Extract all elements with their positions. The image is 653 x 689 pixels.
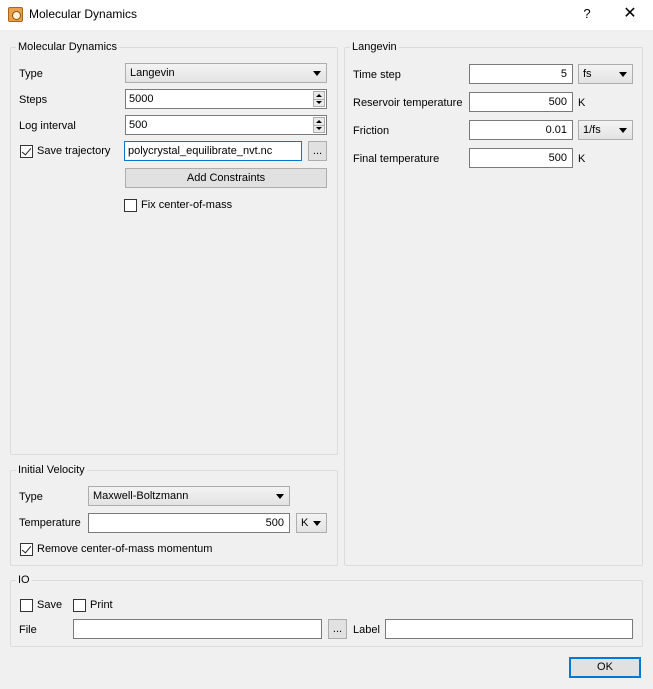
langevin-group-title: Langevin	[350, 41, 399, 53]
chevron-down-icon	[619, 128, 627, 133]
steps-spinbox[interactable]: 5000	[125, 89, 327, 109]
molecule-app-icon	[8, 7, 23, 22]
velocity-type-select[interactable]: Maxwell-Boltzmann	[88, 486, 290, 506]
friction-unit: 1/fs	[583, 124, 601, 136]
io-label-label: Label	[353, 624, 380, 636]
add-constraints-button[interactable]: Add Constraints	[125, 168, 327, 188]
spin-down-icon[interactable]	[316, 127, 322, 130]
io-label-input[interactable]	[385, 619, 633, 639]
io-print-checkbox[interactable]	[73, 599, 86, 612]
reservoir-temperature-input[interactable]: 500	[469, 92, 573, 112]
remove-com-checkbox[interactable]	[20, 543, 33, 556]
velocity-temperature-label: Temperature	[19, 517, 81, 529]
title-bar: Molecular Dynamics ? ✕	[0, 0, 653, 30]
time-step-label: Time step	[353, 69, 401, 81]
log-interval-spin-buttons[interactable]	[313, 117, 325, 133]
log-interval-spinbox[interactable]: 500	[125, 115, 327, 135]
io-save-label: Save	[37, 599, 63, 611]
velocity-temperature-unit-select[interactable]: K	[296, 513, 327, 533]
md-group-title: Molecular Dynamics	[16, 41, 120, 53]
io-file-input[interactable]	[73, 619, 322, 639]
chevron-down-icon	[619, 72, 627, 77]
io-print-label: Print	[90, 599, 113, 611]
help-button[interactable]: ?	[576, 3, 598, 25]
md-type-label: Type	[19, 68, 43, 80]
time-step-unit-select[interactable]: fs	[578, 64, 633, 84]
friction-label: Friction	[353, 125, 390, 137]
md-type-value: Langevin	[130, 67, 175, 79]
chevron-down-icon	[313, 521, 321, 526]
velocity-group-title: Initial Velocity	[16, 464, 87, 476]
spin-up-icon[interactable]	[316, 94, 322, 97]
final-temperature-unit: K	[578, 153, 586, 165]
time-step-input[interactable]: 5	[469, 64, 573, 84]
spin-divider	[314, 125, 324, 126]
velocity-type-value: Maxwell-Boltzmann	[93, 490, 189, 502]
final-temperature-input[interactable]: 500	[469, 148, 573, 168]
spin-divider	[314, 99, 324, 100]
io-file-browse-button[interactable]: ...	[328, 619, 347, 639]
reservoir-temperature-label: Reservoir temperature	[353, 97, 463, 109]
save-trajectory-checkbox[interactable]	[20, 145, 33, 158]
friction-input[interactable]: 0.01	[469, 120, 573, 140]
remove-com-label: Remove center-of-mass momentum	[37, 543, 213, 555]
log-interval-value: 500	[129, 119, 148, 131]
spin-down-icon[interactable]	[316, 101, 322, 104]
io-save-checkbox[interactable]	[20, 599, 33, 612]
time-step-unit: fs	[583, 68, 592, 80]
velocity-temperature-input[interactable]: 500	[88, 513, 290, 533]
steps-value: 5000	[129, 93, 154, 105]
fix-com-checkbox[interactable]	[124, 199, 137, 212]
velocity-temperature-unit: K	[301, 517, 309, 529]
io-group-title: IO	[16, 574, 32, 586]
window-title: Molecular Dynamics	[29, 7, 138, 21]
chevron-down-icon	[276, 494, 284, 499]
steps-spin-buttons[interactable]	[313, 91, 325, 107]
close-button[interactable]: ✕	[617, 3, 643, 25]
ok-button[interactable]: OK	[569, 657, 641, 678]
steps-label: Steps	[19, 94, 48, 106]
trajectory-browse-button[interactable]: ...	[308, 141, 327, 161]
final-temperature-label: Final temperature	[353, 153, 440, 165]
io-file-label: File	[19, 624, 37, 636]
friction-unit-select[interactable]: 1/fs	[578, 120, 633, 140]
fix-com-label: Fix center-of-mass	[141, 199, 233, 211]
spin-up-icon[interactable]	[316, 120, 322, 123]
log-interval-label: Log interval	[19, 120, 76, 132]
chevron-down-icon	[313, 71, 321, 76]
trajectory-file-input[interactable]: polycrystal_equilibrate_nvt.nc	[124, 141, 302, 161]
save-trajectory-label: Save trajectory	[37, 145, 111, 157]
velocity-type-label: Type	[19, 491, 43, 503]
reservoir-temperature-unit: K	[578, 97, 586, 109]
md-type-select[interactable]: Langevin	[125, 63, 327, 83]
